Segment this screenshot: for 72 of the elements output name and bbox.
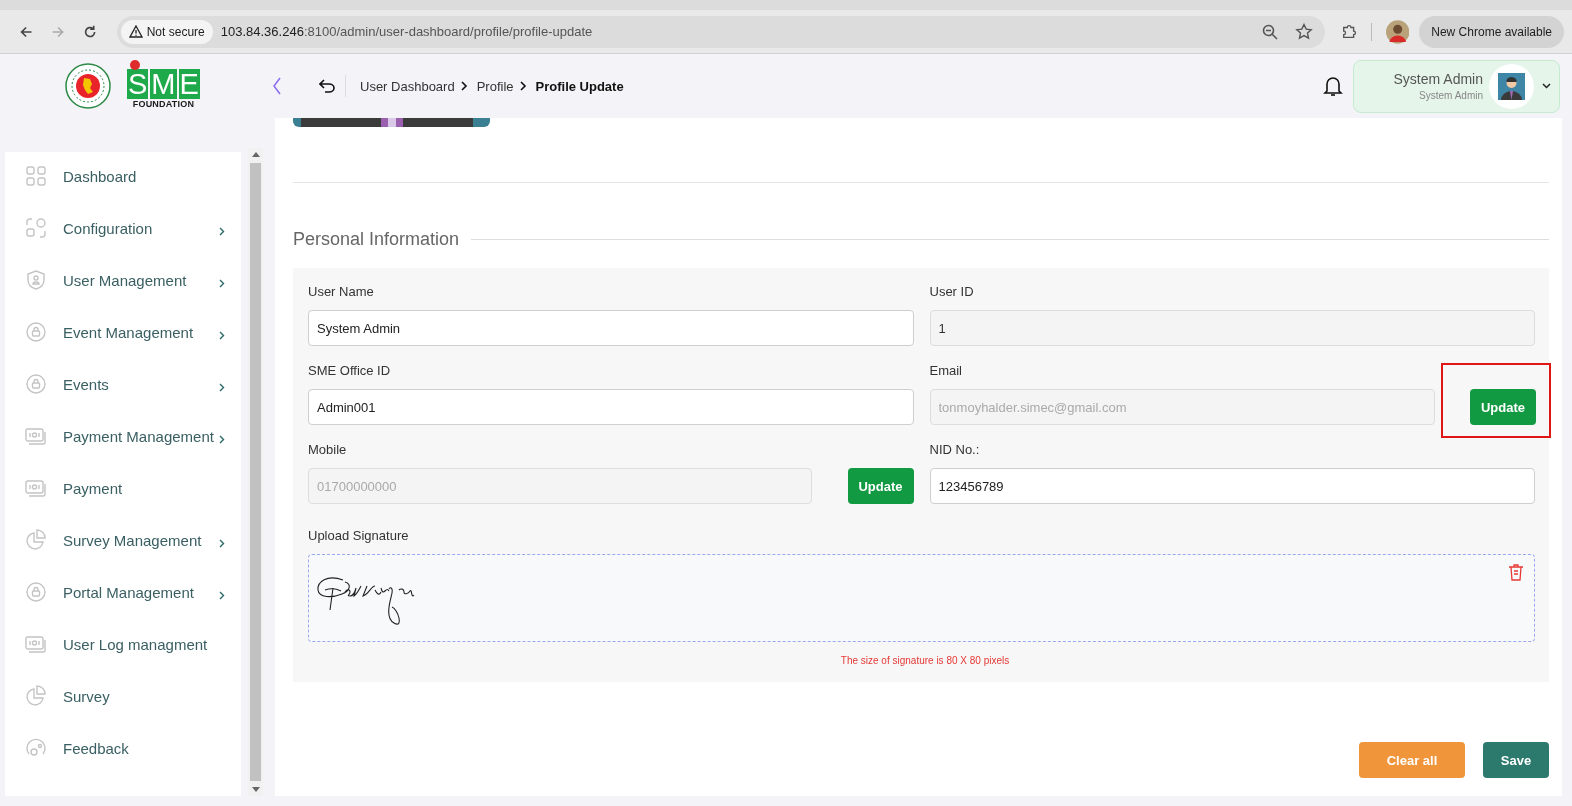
gauge-icon xyxy=(25,737,47,759)
signature-hint: The size of signature is 80 X 80 pixels xyxy=(839,655,1011,666)
field-label: User Name xyxy=(308,284,375,301)
scroll-up-icon[interactable] xyxy=(251,152,260,157)
shield-icon xyxy=(25,269,47,291)
user-menu[interactable]: System Admin System Admin xyxy=(1353,59,1560,113)
user-role: System Admin xyxy=(1419,90,1483,101)
banknote-icon xyxy=(25,477,47,499)
trash-icon[interactable] xyxy=(1508,563,1524,581)
chevron-right-icon xyxy=(460,81,468,91)
shapes-icon xyxy=(25,217,47,239)
sidebar-item[interactable]: Dashboard xyxy=(5,150,241,202)
lock-icon xyxy=(25,581,47,603)
star-icon[interactable] xyxy=(1294,22,1313,41)
emblem-icon xyxy=(65,63,111,109)
chevron-down-icon[interactable] xyxy=(1542,83,1551,89)
address-bar[interactable]: Not secure 103.84.36.246:8100/admin/user-dashboard/profile/profile-update xyxy=(116,15,1325,48)
chevron-right-icon xyxy=(219,279,225,288)
breadcrumb-item[interactable]: User Dashboard xyxy=(360,78,455,94)
field-label: Mobile xyxy=(308,442,348,459)
field-label: Email xyxy=(929,363,963,380)
field-label: User ID xyxy=(929,284,975,301)
warning-icon xyxy=(128,25,143,38)
chevron-right-icon xyxy=(219,539,225,548)
security-label: Not secure xyxy=(146,24,205,39)
pie-chart-icon xyxy=(25,529,47,551)
field-label: Upload Signature xyxy=(308,528,410,545)
collapse-icon[interactable] xyxy=(273,77,281,95)
avatar-icon xyxy=(1498,72,1525,100)
section-title: Personal Information xyxy=(293,229,460,250)
breadcrumb-item[interactable]: Profile xyxy=(476,78,514,94)
user-name: System Admin xyxy=(1393,71,1483,87)
security-chip[interactable]: Not secure xyxy=(120,19,213,44)
sidebar-item[interactable]: Survey Management xyxy=(5,514,241,566)
banknote-icon xyxy=(25,633,47,655)
sidebar-item[interactable]: Events xyxy=(5,358,241,410)
field-label: NID No.: xyxy=(929,442,981,459)
lock-icon xyxy=(25,373,47,395)
scrollbar[interactable] xyxy=(248,148,263,796)
pie-chart-icon xyxy=(25,685,47,707)
chevron-right-icon xyxy=(519,81,527,91)
field-label: SME Office ID xyxy=(308,363,392,380)
chevron-right-icon xyxy=(219,591,225,600)
grid-icon xyxy=(25,165,47,187)
sidebar-item[interactable]: Payment xyxy=(5,462,241,514)
sidebar-item[interactable]: User Management xyxy=(5,254,241,306)
bell-icon[interactable] xyxy=(1323,75,1343,97)
sidebar-item[interactable]: Portal Management xyxy=(5,566,241,618)
sidebar-item[interactable]: Event Management xyxy=(5,306,241,358)
puzzle-icon[interactable] xyxy=(1340,22,1357,41)
chevron-right-icon xyxy=(219,435,225,444)
profile-avatar[interactable] xyxy=(1385,18,1410,45)
sidebar-item[interactable]: Survey xyxy=(5,670,241,722)
undo-icon[interactable] xyxy=(319,79,335,93)
chevron-right-icon xyxy=(219,227,225,236)
scroll-down-icon[interactable] xyxy=(251,787,260,792)
chevron-right-icon xyxy=(219,331,225,340)
sidebar-item[interactable]: Configuration xyxy=(5,202,241,254)
banknote-icon xyxy=(25,425,47,447)
zoom-icon[interactable] xyxy=(1260,22,1279,41)
lock-icon xyxy=(25,321,47,343)
input-field[interactable]: 123456789 xyxy=(929,468,1535,504)
save-button[interactable]: Save xyxy=(1483,742,1549,778)
chevron-right-icon xyxy=(219,383,225,392)
sidebar-item[interactable]: User Log managment xyxy=(5,618,241,670)
breadcrumb-item: Profile Update xyxy=(535,78,624,94)
update-chrome-button[interactable]: New Chrome available xyxy=(1419,15,1564,48)
sidebar-item[interactable]: Feedback xyxy=(5,722,241,774)
input-field[interactable]: System Admin xyxy=(308,310,914,346)
sidebar-item[interactable]: Payment Management xyxy=(5,410,241,462)
url-text: 103.84.36.246:8100/admin/user-dashboard/profile/profile-update xyxy=(220,24,593,39)
input-field[interactable]: Admin001 xyxy=(308,389,914,425)
